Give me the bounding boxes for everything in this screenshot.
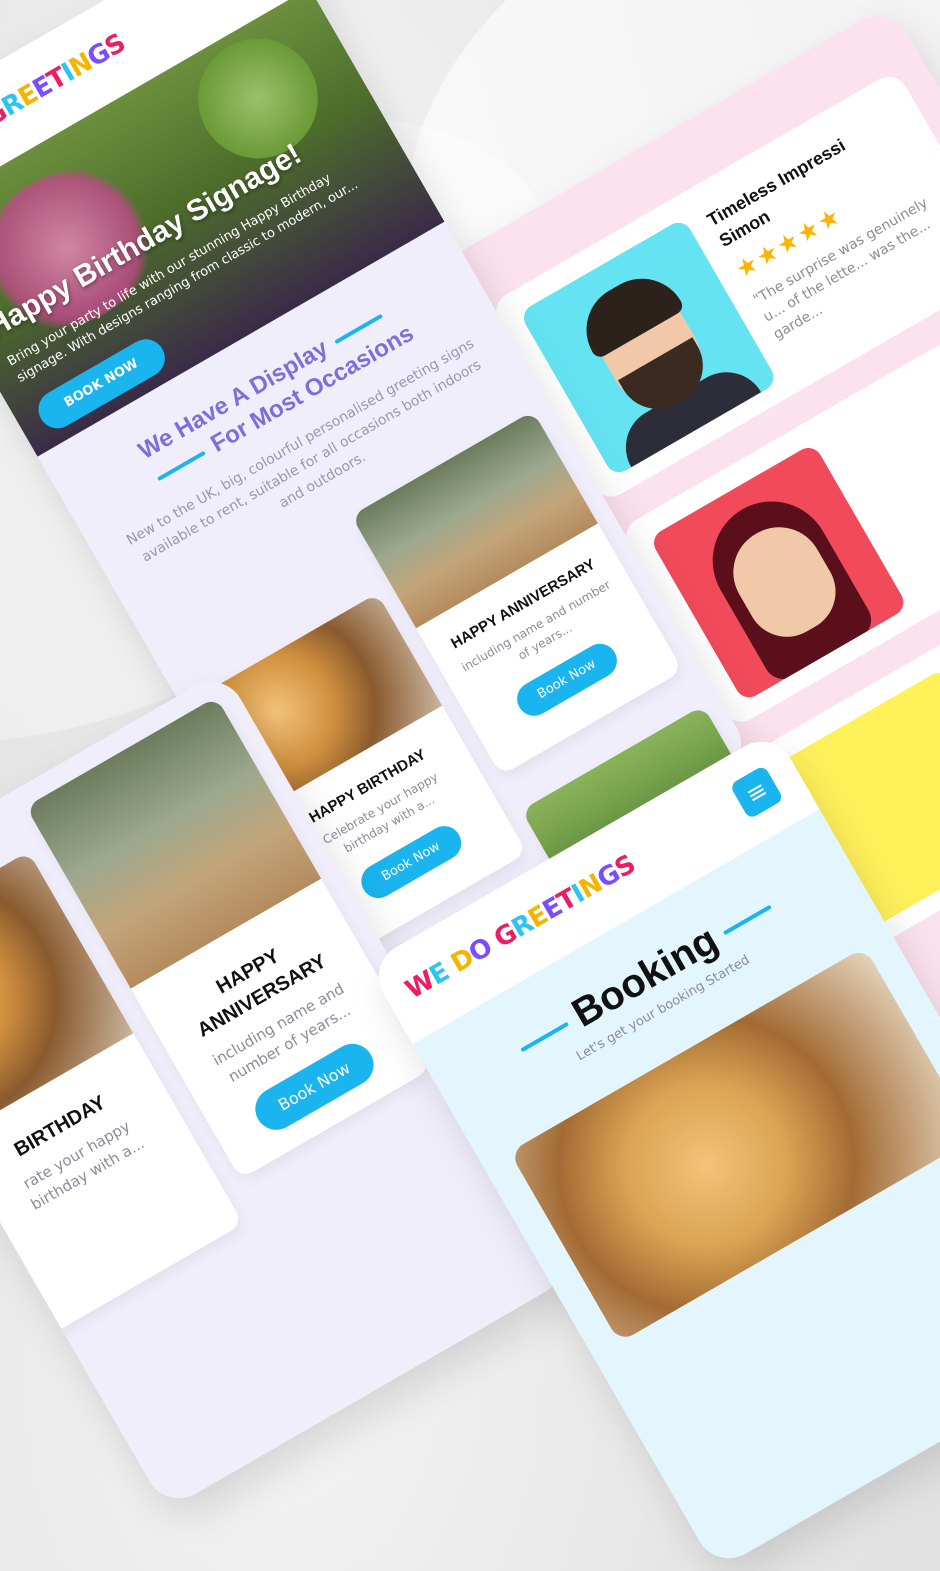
divider: [723, 905, 772, 936]
hamburger-icon[interactable]: ≡: [729, 764, 784, 820]
divider: [520, 1022, 570, 1053]
